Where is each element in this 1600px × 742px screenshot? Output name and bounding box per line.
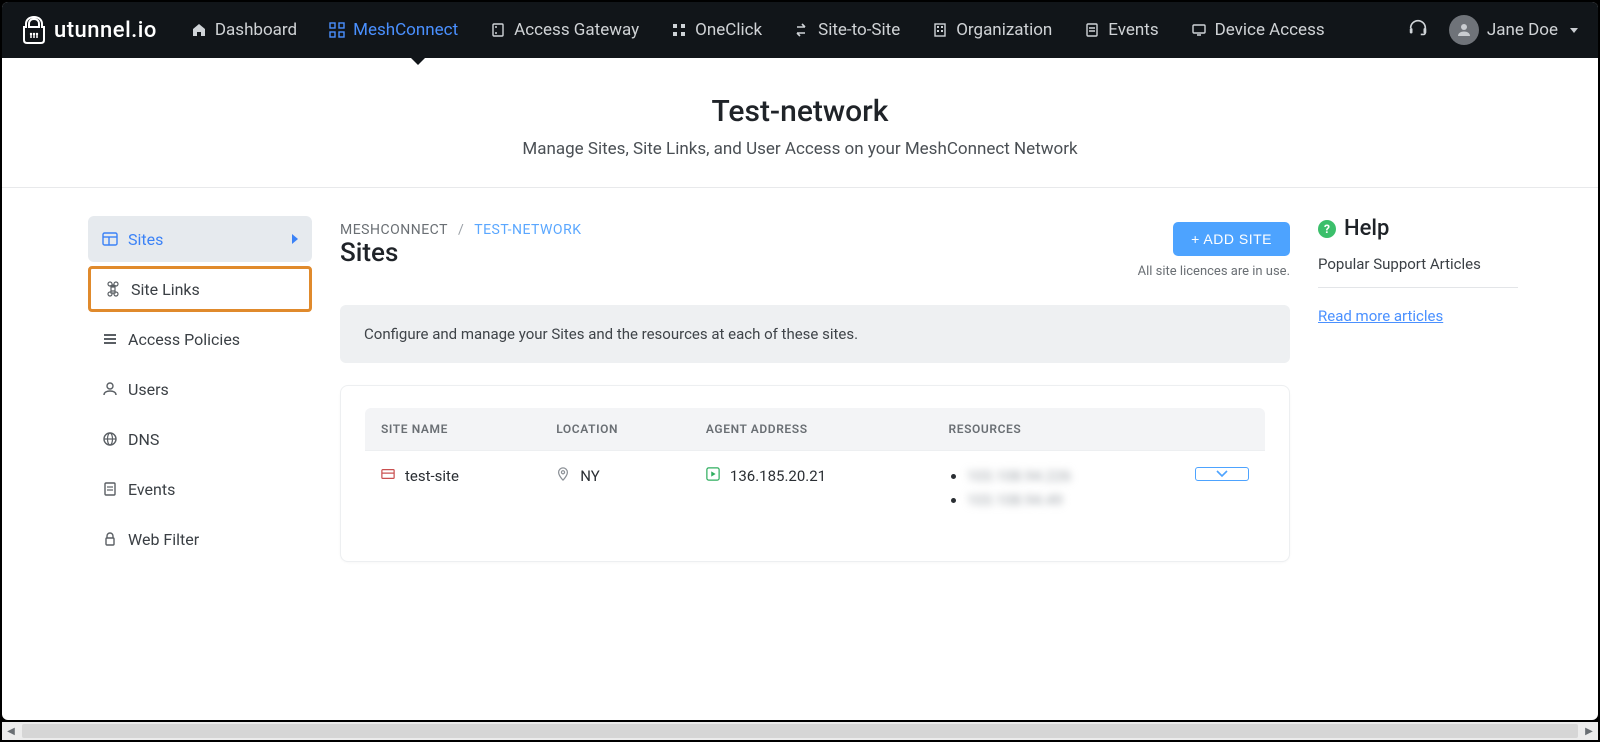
help-panel: ? Help Popular Support Articles Read mor… (1318, 216, 1518, 566)
grid-icon (671, 22, 687, 38)
user-icon (102, 381, 118, 397)
nav-label: Organization (956, 20, 1052, 40)
swap-icon (794, 22, 810, 38)
resource-item: 103.108.94.226 (967, 467, 1072, 485)
scroll-right-arrow[interactable]: ▶ (1580, 722, 1598, 740)
row-expand-button[interactable] (1195, 467, 1249, 481)
sidebar-item-label: Sites (128, 230, 163, 249)
page-title: Sites (340, 238, 581, 268)
nav-dashboard[interactable]: Dashboard (187, 14, 301, 46)
cell-agent-address: 136.185.20.21 (730, 467, 826, 485)
sidebar-item-label: Users (128, 380, 169, 399)
lock-shield-icon (22, 16, 46, 44)
site-icon (381, 467, 395, 485)
monitor-icon (1191, 22, 1207, 38)
breadcrumb: MESHCONNECT / TEST-NETWORK (340, 222, 581, 238)
col-location: LOCATION (540, 408, 690, 451)
chevron-down-icon (1216, 470, 1228, 478)
play-icon (706, 467, 720, 485)
sites-table: SITE NAME LOCATION AGENT ADDRESS RESOURC… (365, 408, 1265, 531)
nav-label: Device Access (1215, 20, 1325, 40)
nav-label: Events (1108, 20, 1158, 40)
cell-site-name: test-site (405, 467, 459, 485)
sidebar-item-site-links[interactable]: Site Links (88, 266, 312, 312)
lock-icon (102, 531, 118, 547)
nav-access-gateway[interactable]: Access Gateway (486, 14, 643, 46)
col-resources: RESOURCES (933, 408, 1180, 451)
breadcrumb-current[interactable]: TEST-NETWORK (474, 222, 581, 238)
scroll-left-arrow[interactable]: ◀ (2, 722, 20, 740)
sidebar-item-events[interactable]: Events (88, 466, 312, 512)
nav-label: Site-to-Site (818, 20, 900, 40)
building-icon (932, 22, 948, 38)
nav-label: MeshConnect (353, 20, 458, 40)
nav-items: Dashboard MeshConnect Access Gateway One… (187, 14, 1329, 46)
help-title: Help (1344, 216, 1389, 241)
cell-location: NY (580, 467, 600, 485)
col-agent-address: AGENT ADDRESS (690, 408, 933, 451)
sidebar-item-access-policies[interactable]: Access Policies (88, 316, 312, 362)
person-icon (1455, 21, 1473, 39)
brand-text: utunnel.io (54, 18, 157, 43)
help-popular-label: Popular Support Articles (1318, 255, 1518, 273)
divider (1318, 287, 1518, 288)
col-site-name: SITE NAME (365, 408, 540, 451)
list-icon (102, 331, 118, 347)
sidebar: Sites Site Links Access Policies Users D… (88, 216, 312, 566)
clipboard-icon (1084, 22, 1100, 38)
sidebar-item-label: Site Links (131, 280, 200, 299)
breadcrumb-separator: / (458, 222, 464, 238)
sidebar-item-sites[interactable]: Sites (88, 216, 312, 262)
sidebar-item-label: Access Policies (128, 330, 240, 349)
sidebar-item-users[interactable]: Users (88, 366, 312, 412)
read-more-link[interactable]: Read more articles (1318, 307, 1443, 325)
help-icon: ? (1318, 220, 1336, 238)
sidebar-item-label: DNS (128, 430, 159, 449)
sidebar-item-label: Events (128, 480, 175, 499)
clipboard-icon (102, 481, 118, 497)
sidebar-item-label: Web Filter (128, 530, 199, 549)
info-banner: Configure and manage your Sites and the … (340, 305, 1290, 363)
breadcrumb-root[interactable]: MESHCONNECT (340, 222, 448, 238)
window-icon (102, 231, 118, 247)
horizontal-scrollbar[interactable]: ◀ ▶ (2, 722, 1598, 740)
nav-label: Dashboard (215, 20, 297, 40)
sites-table-card: SITE NAME LOCATION AGENT ADDRESS RESOURC… (340, 385, 1290, 562)
main-content: MESHCONNECT / TEST-NETWORK Sites + ADD S… (340, 216, 1290, 566)
network-subtitle: Manage Sites, Site Links, and User Acces… (2, 139, 1598, 159)
chevron-right-icon (292, 234, 298, 244)
top-nav: utunnel.io Dashboard MeshConnect Access … (2, 2, 1598, 58)
support-headset-icon[interactable] (1407, 17, 1429, 43)
nav-label: OneClick (695, 20, 762, 40)
pin-icon (556, 467, 570, 485)
table-row[interactable]: test-site NY (365, 451, 1265, 532)
globe-icon (102, 431, 118, 447)
sidebar-item-dns[interactable]: DNS (88, 416, 312, 462)
sidebar-item-web-filter[interactable]: Web Filter (88, 516, 312, 562)
help-header: ? Help (1318, 216, 1518, 241)
mesh-icon (329, 22, 345, 38)
avatar (1449, 15, 1479, 45)
nav-events[interactable]: Events (1080, 14, 1162, 46)
home-icon (191, 22, 207, 38)
server-icon (490, 22, 506, 38)
user-menu[interactable]: Jane Doe (1449, 15, 1578, 45)
resource-item: 103.108.94.49 (967, 491, 1063, 509)
licence-note: All site licences are in use. (1138, 264, 1290, 279)
scroll-track[interactable] (22, 724, 1578, 738)
add-site-button[interactable]: + ADD SITE (1173, 222, 1290, 256)
page-hero: Test-network Manage Sites, Site Links, a… (2, 58, 1598, 188)
user-name: Jane Doe (1487, 20, 1558, 40)
brand-logo[interactable]: utunnel.io (22, 16, 157, 44)
cell-resources: 103.108.94.226 103.108.94.49 (967, 467, 1164, 509)
nav-oneclick[interactable]: OneClick (667, 14, 766, 46)
nav-meshconnect[interactable]: MeshConnect (325, 14, 462, 46)
nav-device-access[interactable]: Device Access (1187, 14, 1329, 46)
caret-down-icon (1570, 28, 1578, 33)
command-icon (105, 281, 121, 297)
nav-site-to-site[interactable]: Site-to-Site (790, 14, 904, 46)
network-title: Test-network (2, 94, 1598, 129)
nav-organization[interactable]: Organization (928, 14, 1056, 46)
nav-label: Access Gateway (514, 20, 639, 40)
